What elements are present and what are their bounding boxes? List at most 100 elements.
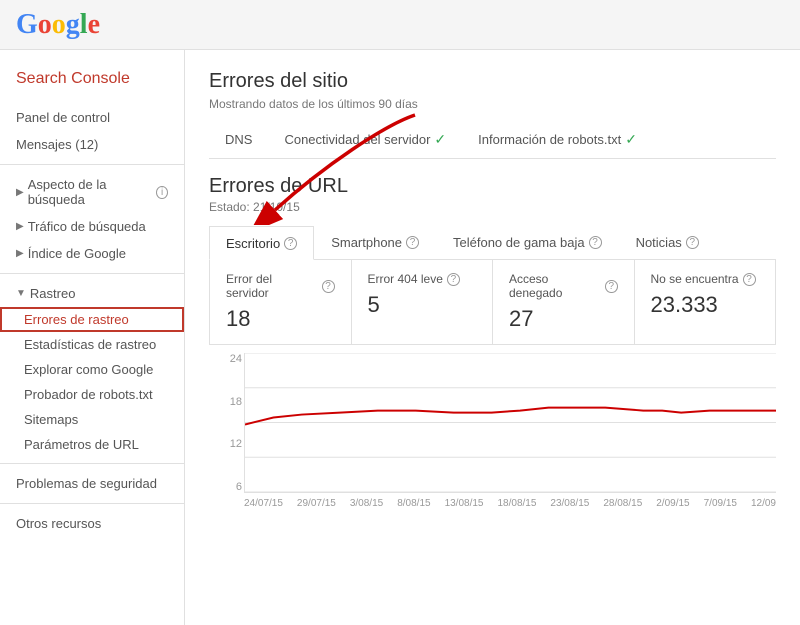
tab-label: Teléfono de gama baja — [453, 235, 585, 250]
x-label: 23/08/15 — [550, 498, 589, 509]
chart-x-axis: 24/07/15 29/07/15 3/08/15 8/08/15 13/08/… — [244, 496, 776, 513]
sidebar-item-indice-google[interactable]: ▶ Índice de Google — [0, 240, 184, 267]
url-errors-section: Errores de URL Estado: 21/10/15 Escritor… — [209, 175, 776, 513]
x-label: 29/07/15 — [297, 498, 336, 509]
sidebar-item-otros-recursos[interactable]: Otros recursos — [0, 510, 184, 537]
info-icon[interactable]: ? — [589, 236, 602, 249]
site-errors-subtitle: Mostrando datos de los últimos 90 días — [209, 97, 776, 111]
tab-escritorio[interactable]: Escritorio ? — [209, 226, 314, 260]
sidebar-item-label: Explorar como Google — [24, 362, 153, 377]
tab-label: Smartphone — [331, 235, 402, 250]
stat-label: Acceso denegado ? — [509, 272, 618, 300]
sidebar-item-trafico-busqueda[interactable]: ▶ Tráfico de búsqueda — [0, 213, 184, 240]
sidebar-item-label: Rastreo — [30, 286, 76, 301]
check-icon: ✓ — [434, 131, 446, 148]
arrow-icon: ▼ — [16, 288, 26, 299]
url-errors-status: Estado: 21/10/15 — [209, 200, 776, 214]
tab-smartphone[interactable]: Smartphone ? — [314, 226, 436, 259]
arrow-icon: ▶ — [16, 187, 24, 198]
sidebar-item-problemas-seguridad[interactable]: Problemas de seguridad — [0, 470, 184, 497]
check-icon: ✓ — [625, 131, 637, 148]
x-label: 24/07/15 — [244, 498, 283, 509]
sidebar-item-label: Errores de rastreo — [24, 312, 129, 327]
y-label: 24 — [214, 353, 242, 365]
info-icon[interactable]: i — [156, 186, 168, 199]
sidebar-item-label: Otros recursos — [16, 516, 101, 531]
sidebar-item-label: Estadísticas de rastreo — [24, 337, 156, 352]
stat-value: 23.333 — [651, 292, 760, 318]
tab-label: Noticias — [636, 235, 682, 250]
x-label: 12/09 — [751, 498, 776, 509]
x-label: 2/09/15 — [656, 498, 689, 509]
stat-label: No se encuentra ? — [651, 272, 760, 286]
sidebar-item-aspecto-busqueda[interactable]: ▶ Aspecto de la búsqueda i — [0, 171, 184, 213]
info-icon[interactable]: ? — [284, 237, 297, 250]
sidebar-item-label: Mensajes (12) — [16, 137, 98, 152]
chart-area: 24 18 12 6 — [244, 353, 776, 513]
stat-card-error-servidor: Error del servidor ? 18 — [210, 260, 352, 344]
sidebar-item-rastreo[interactable]: ▼ Rastreo — [0, 280, 184, 307]
sidebar-item-label: Parámetros de URL — [24, 437, 139, 452]
sidebar-divider — [0, 503, 184, 504]
header: G o o g l e — [0, 0, 800, 50]
site-error-tabs: DNS Conectividad del servidor ✓ Informac… — [209, 123, 776, 159]
tab-telefono-gama-baja[interactable]: Teléfono de gama baja ? — [436, 226, 619, 259]
sidebar-item-label: Aspecto de la búsqueda — [28, 177, 152, 207]
sidebar-title: Search Console — [0, 62, 184, 104]
x-label: 7/09/15 — [704, 498, 737, 509]
site-errors-title: Errores del sitio — [209, 70, 776, 93]
stat-value: 27 — [509, 306, 618, 332]
x-label: 13/08/15 — [445, 498, 484, 509]
stat-label: Error del servidor ? — [226, 272, 335, 300]
tab-robots[interactable]: Información de robots.txt ✓ — [462, 123, 653, 158]
tab-label: DNS — [225, 132, 252, 147]
info-icon[interactable]: ? — [743, 273, 756, 286]
info-icon[interactable]: ? — [322, 280, 335, 293]
sidebar-item-explorar-google[interactable]: Explorar como Google — [0, 357, 184, 382]
sidebar-item-label: Problemas de seguridad — [16, 476, 157, 491]
stat-card-acceso-denegado: Acceso denegado ? 27 — [493, 260, 635, 344]
chart-y-axis: 24 18 12 6 — [214, 353, 242, 493]
sidebar-item-parametros-url[interactable]: Parámetros de URL — [0, 432, 184, 457]
info-icon[interactable]: ? — [447, 273, 460, 286]
url-errors-tabs: Escritorio ? Smartphone ? Teléfono de ga… — [209, 226, 776, 260]
tab-label: Escritorio — [226, 236, 280, 251]
google-logo: G o o g l e — [16, 9, 100, 41]
stat-value: 5 — [368, 292, 477, 318]
stat-card-no-encuentra: No se encuentra ? 23.333 — [635, 260, 776, 344]
stat-value: 18 — [226, 306, 335, 332]
info-icon[interactable]: ? — [406, 236, 419, 249]
y-label: 12 — [214, 438, 242, 450]
x-label: 3/08/15 — [350, 498, 383, 509]
x-label: 8/08/15 — [397, 498, 430, 509]
site-errors-section: Errores del sitio Mostrando datos de los… — [209, 70, 776, 159]
sidebar-item-probador-robots[interactable]: Probador de robots.txt — [0, 382, 184, 407]
sidebar-divider — [0, 463, 184, 464]
x-label: 28/08/15 — [603, 498, 642, 509]
stat-label: Error 404 leve ? — [368, 272, 477, 286]
sidebar: Search Console Panel de control Mensajes… — [0, 50, 185, 625]
tab-dns[interactable]: DNS — [209, 124, 268, 157]
sidebar-divider — [0, 164, 184, 165]
info-icon[interactable]: ? — [686, 236, 699, 249]
sidebar-item-estadisticas-rastreo[interactable]: Estadísticas de rastreo — [0, 332, 184, 357]
sidebar-item-label: Tráfico de búsqueda — [28, 219, 146, 234]
arrow-icon: ▶ — [16, 221, 24, 232]
sidebar-item-panel-control[interactable]: Panel de control — [0, 104, 184, 131]
chart-wrapper: 24 18 12 6 — [244, 353, 776, 513]
info-icon[interactable]: ? — [605, 280, 618, 293]
tab-label: Información de robots.txt — [478, 132, 621, 147]
main-content: Errores del sitio Mostrando datos de los… — [185, 50, 800, 625]
stat-card-error-404: Error 404 leve ? 5 — [352, 260, 494, 344]
y-label: 6 — [214, 481, 242, 493]
sidebar-item-label: Índice de Google — [28, 246, 126, 261]
sidebar-item-mensajes[interactable]: Mensajes (12) — [0, 131, 184, 158]
sidebar-item-label: Probador de robots.txt — [24, 387, 153, 402]
tab-noticias[interactable]: Noticias ? — [619, 226, 716, 259]
chart-svg — [244, 353, 776, 493]
sidebar-item-sitemaps[interactable]: Sitemaps — [0, 407, 184, 432]
stats-row: Error del servidor ? 18 Error 404 leve ?… — [209, 260, 776, 345]
sidebar-item-errores-rastreo[interactable]: Errores de rastreo — [0, 307, 184, 332]
tab-conectividad[interactable]: Conectividad del servidor ✓ — [268, 123, 462, 158]
sidebar-divider — [0, 273, 184, 274]
